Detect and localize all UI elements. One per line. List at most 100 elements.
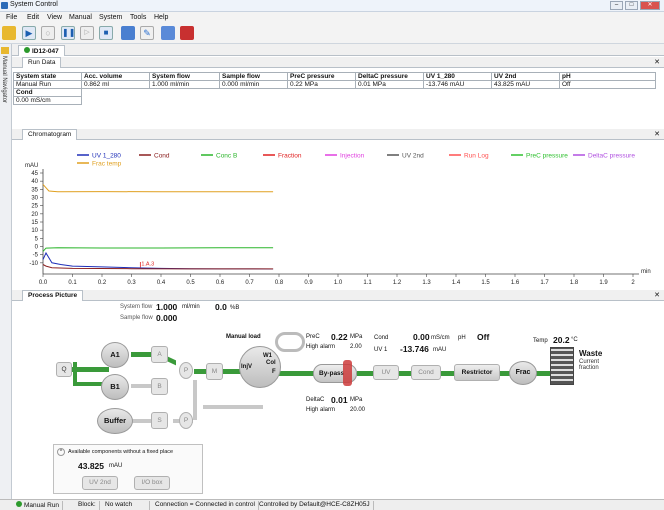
legend-label: PreC pressure bbox=[526, 153, 568, 160]
chart-list-icon[interactable] bbox=[161, 26, 175, 40]
y-tick-label: 5 bbox=[35, 236, 39, 242]
x-tick-label: 1.7 bbox=[540, 280, 549, 286]
x-tick-label: 1.2 bbox=[393, 280, 402, 286]
status-watch: No watch bbox=[102, 501, 150, 510]
buffer-pump[interactable]: Buffer bbox=[97, 408, 133, 434]
menu-bar: File Edit View Manual System Tools Help bbox=[0, 12, 664, 24]
deltac-unit: MPa bbox=[350, 397, 363, 403]
uv2-unit: mAU bbox=[109, 463, 123, 469]
minimize-button[interactable]: – bbox=[610, 1, 623, 10]
valve-a[interactable]: A bbox=[151, 346, 168, 363]
legend-label: UV 1_280 bbox=[92, 153, 121, 160]
edit-pen-icon[interactable]: ✎ bbox=[140, 26, 154, 40]
maximize-button[interactable]: □ bbox=[625, 1, 638, 10]
cond-monitor[interactable]: Cond bbox=[411, 365, 441, 380]
doc-tab-label: ID12-047 bbox=[32, 48, 59, 55]
valve-s[interactable]: S bbox=[151, 412, 168, 429]
process-picture-header: Process Picture ✕ bbox=[12, 290, 664, 301]
uv2-button[interactable]: UV 2nd bbox=[82, 476, 118, 490]
pump-a1[interactable]: A1 bbox=[101, 342, 129, 368]
val-system-state: Manual Run bbox=[13, 80, 82, 89]
run-log-annotation: 1.A.3 bbox=[141, 261, 154, 267]
x-tick-label: 2 bbox=[631, 280, 635, 286]
menu-help[interactable]: Help bbox=[154, 14, 168, 21]
instrument-icon[interactable] bbox=[180, 26, 194, 40]
restrictor[interactable]: Restrictor bbox=[454, 364, 500, 381]
val-acc-volume: 0.862 ml bbox=[81, 80, 150, 89]
valve-b[interactable]: B bbox=[151, 378, 168, 395]
injection-valve[interactable]: InjV W1 Col F bbox=[239, 346, 281, 388]
val-uv2: 43.825 mAU bbox=[491, 80, 560, 89]
close-button[interactable]: ✕ bbox=[640, 1, 660, 10]
menu-edit[interactable]: Edit bbox=[27, 14, 39, 21]
run-data-header: Run Data ✕ bbox=[12, 57, 664, 68]
hdr-deltac-pressure: DeltaC pressure bbox=[355, 72, 424, 81]
hdr-uv2: UV 2nd bbox=[491, 72, 560, 81]
tab-chromatogram[interactable]: Chromatogram bbox=[22, 129, 78, 140]
menu-system[interactable]: System bbox=[99, 14, 122, 21]
pressure-sensor-p1[interactable]: P bbox=[179, 362, 193, 379]
chromatogram-panel[interactable]: UV 1_280 Cond Conc B Fraction Injection UV 2n… bbox=[13, 141, 664, 287]
q-valve[interactable]: Q bbox=[56, 362, 72, 377]
chromatogram-header: Chromatogram ✕ bbox=[12, 129, 664, 140]
legend-label: Injection bbox=[340, 153, 365, 160]
y-tick-label: 10 bbox=[31, 228, 38, 234]
hdr-prec-pressure: PreC pressure bbox=[287, 72, 356, 81]
series-line-frac-temp bbox=[42, 184, 274, 193]
x-tick-label: 1.9 bbox=[599, 280, 608, 286]
menu-view[interactable]: View bbox=[47, 14, 62, 21]
menu-file[interactable]: File bbox=[6, 14, 17, 21]
uv2-value: 43.825 bbox=[78, 461, 104, 471]
pipe-a1-a bbox=[131, 352, 151, 357]
frac-valve[interactable]: Frac bbox=[509, 361, 537, 385]
close-process-picture-icon[interactable]: ✕ bbox=[654, 291, 660, 299]
val-ph: Off bbox=[559, 80, 656, 89]
continue-icon[interactable]: ▷ bbox=[80, 26, 94, 40]
pause-icon[interactable]: ❚❚ bbox=[61, 26, 75, 40]
app-icon bbox=[1, 2, 8, 9]
hdr-uv1: UV 1_280 bbox=[423, 72, 492, 81]
run-data-table: System state Acc. volume System flow Sam… bbox=[13, 72, 656, 105]
stop-icon[interactable]: ■ bbox=[99, 26, 113, 40]
hdr-sample-flow: Sample flow bbox=[219, 72, 288, 81]
pump-b1[interactable]: B1 bbox=[101, 374, 129, 400]
legend-label: UV 2nd bbox=[402, 153, 424, 160]
manual-navigator-strip[interactable]: Manual Navigator bbox=[0, 44, 12, 499]
y-tick-label: 0 bbox=[35, 245, 39, 251]
run-icon[interactable]: ▶ bbox=[22, 26, 36, 40]
title-bar: System Control – □ ✕ bbox=[0, 0, 664, 12]
close-chromatogram-icon[interactable]: ✕ bbox=[654, 130, 660, 138]
x-tick-label: 1.4 bbox=[452, 280, 461, 286]
y-tick-label: 40 bbox=[31, 179, 38, 185]
uv-monitor[interactable]: UV bbox=[373, 365, 399, 380]
open-folder-icon[interactable] bbox=[2, 26, 16, 40]
tab-process-picture[interactable]: Process Picture bbox=[22, 290, 84, 301]
percent-b-unit: %B bbox=[230, 305, 240, 311]
status-mode: Manual Run bbox=[13, 501, 64, 510]
menu-manual[interactable]: Manual bbox=[69, 14, 92, 21]
uv1-unit: mAU bbox=[433, 347, 447, 353]
collapse-chevron-icon[interactable]: ^ bbox=[57, 448, 65, 456]
system-flow-unit: ml/min bbox=[182, 304, 200, 310]
status-controlled: Controlled by Default@HCE-C8ZH05J bbox=[256, 501, 374, 510]
chromatogram-chart[interactable]: UV 1_280 Cond Conc B Fraction Injection UV 2n… bbox=[13, 141, 664, 287]
deltac-high-alarm-label: High alarm bbox=[306, 407, 336, 413]
io-box-button[interactable]: I/O box bbox=[134, 476, 170, 490]
deltac-label: DeltaC bbox=[306, 397, 325, 403]
x-tick-label: 1.5 bbox=[481, 280, 490, 286]
tab-run-data[interactable]: Run Data bbox=[22, 57, 62, 68]
menu-tools[interactable]: Tools bbox=[130, 14, 146, 21]
mixer-m[interactable]: M bbox=[206, 363, 223, 380]
tab-id12-047[interactable]: ID12-047 bbox=[18, 45, 65, 56]
pipe-b1-b bbox=[131, 384, 151, 388]
legend-label: Conc B bbox=[216, 153, 237, 160]
pressure-sensor-p2[interactable]: P bbox=[179, 412, 193, 429]
status-block: Block: bbox=[75, 501, 100, 510]
fraction-collector-icon[interactable] bbox=[550, 347, 574, 385]
temp-label: Temp bbox=[533, 338, 548, 344]
status-connection: Connection = Connected in control bbox=[152, 501, 259, 510]
notebook-icon[interactable] bbox=[121, 26, 135, 40]
status-run-icon bbox=[16, 501, 22, 507]
hold-icon[interactable]: ○ bbox=[41, 26, 55, 40]
close-run-data-icon[interactable]: ✕ bbox=[654, 58, 660, 66]
